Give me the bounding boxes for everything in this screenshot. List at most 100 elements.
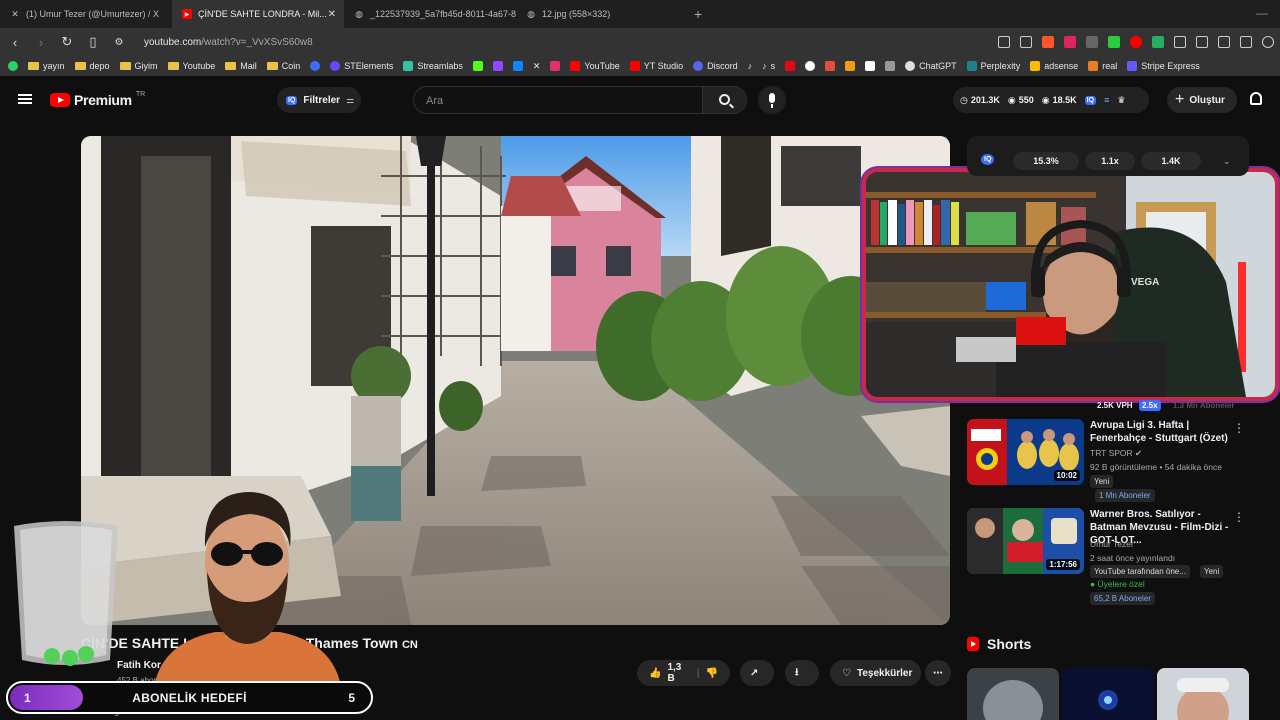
channel-label: TRT SPOR [1090, 448, 1133, 458]
site-info-icon[interactable]: ⚙ [112, 37, 126, 48]
back-icon[interactable]: ‹ [8, 35, 22, 50]
chevron-down-icon[interactable]: ⌄ [1223, 156, 1231, 167]
bookmark-bluesky[interactable] [512, 61, 523, 71]
search-box[interactable]: Ara [413, 86, 747, 114]
ext-vpn-icon[interactable] [1152, 36, 1164, 48]
voice-search-button[interactable] [758, 86, 786, 114]
bookmark-youtube[interactable]: YouTube [570, 61, 620, 71]
bookmark-folder-depo[interactable]: depo [74, 61, 110, 71]
bookmark-streamlabs[interactable]: Streamlabs [403, 61, 463, 71]
more-options-icon[interactable]: ⋮ [1233, 421, 1245, 435]
iq-badge[interactable]: IQ [981, 154, 995, 165]
list-icon[interactable]: ≡ [1104, 95, 1109, 105]
like-count[interactable]: 1,3 B [667, 662, 690, 684]
bookmark-discord[interactable]: Discord [693, 61, 738, 71]
video-title[interactable]: Avrupa Ligi 3. Hafta | Fenerbahçe - Stut… [1090, 419, 1235, 445]
sidebar-icon[interactable] [1240, 36, 1252, 48]
bookmark-misc-2[interactable] [825, 61, 836, 71]
minimize-icon[interactable]: — [1256, 6, 1268, 20]
short-thumbnail-2[interactable] [1062, 668, 1154, 720]
bookmark-x[interactable]: ✕ [533, 61, 541, 72]
filters-button[interactable]: IQ Filtreler ⚌ [277, 87, 361, 113]
brave-shield-icon[interactable] [1042, 36, 1054, 48]
youtube-premium-logo[interactable]: Premium TR [50, 91, 145, 108]
reload-icon[interactable]: ↻ [60, 34, 74, 50]
bookmark-real[interactable]: real [1088, 61, 1117, 71]
bookmark-chatgpt[interactable]: ChatGPT [905, 61, 957, 71]
recommended-video-1[interactable]: 10:02 Avrupa Ligi 3. Hafta | Fenerbahçe … [967, 419, 1247, 502]
kick-icon [472, 61, 483, 71]
channel-stats-pill[interactable]: ◷ 201.3K ◉ 550 ◉ 18.5K IQ ≡ ♛ [953, 87, 1149, 113]
dislike-icon[interactable]: 👎 [706, 668, 718, 679]
share-button[interactable]: ↗ [740, 660, 774, 686]
recommended-video-2[interactable]: 1:17:56 Warner Bros. Satılıyor - Batman … [967, 508, 1247, 605]
new-tab-button[interactable]: + [694, 6, 702, 22]
bookmark-tiktok-s[interactable]: ♪ s [762, 61, 775, 71]
bookmark-folder-giyim[interactable]: Giyim [119, 61, 158, 71]
more-options-icon[interactable]: ⋮ [1233, 510, 1245, 524]
video-thumbnail[interactable]: 1:17:56 [967, 508, 1084, 574]
tab-image-1[interactable]: ◍ _122537939_5a7fb45d-8011-4a67-8... [344, 0, 516, 28]
bookmark-kick[interactable] [472, 61, 483, 71]
puzzle-icon[interactable] [1174, 36, 1186, 48]
rewards-icon[interactable] [1064, 36, 1076, 48]
bookmark-folder-youtube[interactable]: Youtube [167, 61, 215, 71]
tab-x[interactable]: ✕ (1) Umur Tezer (@Umurtezer) / X [0, 0, 172, 28]
bookmark-stripe[interactable]: Stripe Express [1127, 61, 1200, 71]
iq-badge[interactable]: IQ [1084, 95, 1097, 105]
url-field[interactable]: youtube.com/watch?v=_VvXSvS60w8 [144, 37, 313, 48]
bookmark-adsense[interactable]: adsense [1030, 61, 1078, 71]
bookmark-misc-4[interactable] [885, 61, 896, 71]
ext-youtube-icon[interactable] [1130, 36, 1142, 48]
bookmark-folder-coin[interactable]: Coin [266, 61, 300, 71]
search-button[interactable] [702, 87, 746, 113]
share-icon[interactable] [1020, 36, 1032, 48]
profile-icon[interactable] [1262, 36, 1274, 48]
bookmark-label: Stripe Express [1141, 61, 1200, 71]
thanks-button[interactable]: ♡ Teşekkürler [830, 660, 921, 686]
bookmark-r[interactable] [310, 61, 321, 71]
channel-name[interactable]: TRT SPOR ✔ [1090, 448, 1142, 459]
address-bar-row: ‹ › ↻ ▯ ⚙ youtube.com/watch?v=_VvXSvS60w… [0, 28, 1280, 56]
bookmark-netflix[interactable] [785, 61, 796, 71]
globe-icon: ◍ [355, 8, 363, 19]
short-image [1157, 668, 1249, 720]
ext-iq-icon[interactable] [1196, 36, 1208, 48]
bookmark-folder-yayin[interactable]: yayın [28, 61, 65, 71]
ext-green-icon[interactable] [1108, 36, 1120, 48]
whatsapp-icon [8, 61, 18, 71]
bookmark-twitch[interactable] [492, 61, 503, 71]
bookmark-instagram[interactable] [550, 61, 561, 71]
bookmark-whatsapp[interactable] [8, 61, 18, 71]
ext-glasses-icon[interactable] [1086, 36, 1098, 48]
tab-youtube[interactable]: ▶ ÇİN'DE SAHTE LONDRA - Mil... ✕ [172, 0, 344, 28]
forward-icon[interactable]: › [34, 35, 48, 50]
bookmark-misc-1[interactable] [805, 61, 816, 71]
bookmark-amazon[interactable] [865, 61, 876, 71]
video-thumbnail[interactable]: 10:02 [967, 419, 1084, 485]
bookmark-tiktok[interactable]: ♪ [748, 61, 753, 71]
menu-icon[interactable] [18, 94, 32, 104]
bookmark-perplexity[interactable]: Perplexity [966, 61, 1020, 71]
eye-icon: ◉ [1007, 94, 1016, 105]
media-icon[interactable] [1218, 36, 1230, 48]
short-thumbnail-1[interactable] [967, 668, 1059, 720]
bookmark-stelements[interactable]: STElements [330, 61, 393, 71]
short-thumbnail-3[interactable] [1157, 668, 1249, 720]
bookmark-icon[interactable]: ▯ [86, 34, 100, 50]
close-icon[interactable]: ✕ [328, 9, 336, 20]
trophy-icon[interactable]: ♛ [1117, 95, 1125, 106]
cast-icon[interactable] [998, 36, 1010, 48]
bookmark-misc-3[interactable] [845, 61, 856, 71]
create-button[interactable]: + Oluştur [1167, 87, 1237, 113]
bookmark-yt-studio[interactable]: YT Studio [629, 61, 683, 71]
like-icon[interactable]: 👍 [649, 668, 661, 679]
search-input[interactable]: Ara [426, 95, 443, 107]
more-actions-button[interactable]: ⋯ [925, 660, 951, 686]
notifications-bell-icon[interactable] [1250, 92, 1262, 105]
bookmark-folder-mail[interactable]: Mail [225, 61, 257, 71]
tab-image-2[interactable]: ◍ 12.jpg (558×332) [516, 0, 688, 28]
likes-value: 550 [1018, 95, 1034, 105]
channel-name[interactable]: Umur Tezer [1090, 539, 1134, 549]
download-button[interactable]: ⭳ [785, 660, 819, 686]
